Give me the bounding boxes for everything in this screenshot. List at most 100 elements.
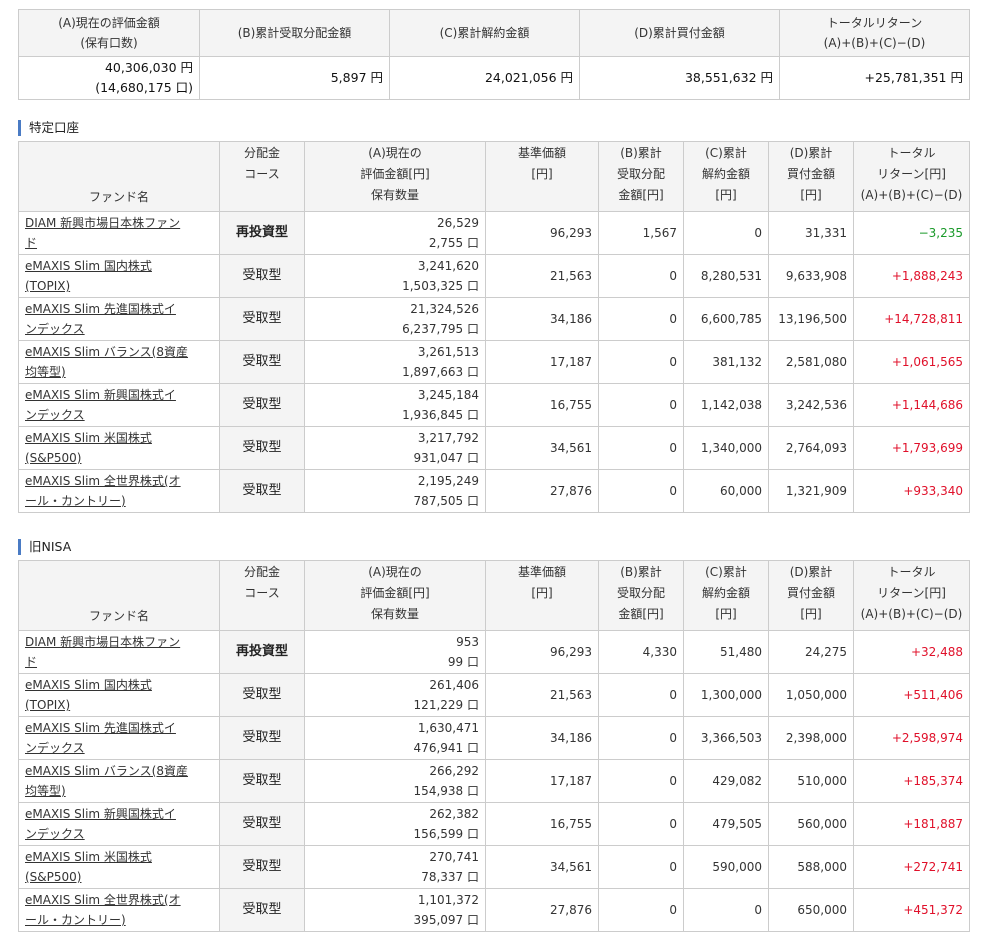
valuation-amount: 1,630,471 [417,721,479,735]
fund-name-link[interactable]: eMAXIS Slim 新興国株式イ ンデックス [25,807,176,841]
holding-units: 78,337 口 [421,870,479,884]
total-return-cell: +272,741 [853,845,970,889]
holding-units: 476,941 口 [413,741,479,755]
valuation-cell: 21,324,526 6,237,795 口 [304,297,486,341]
summary-value-a: 40,306,030 円 (14,680,175 口) [18,56,200,100]
total-return-cell: +511,406 [853,673,970,717]
distribution-total-cell: 0 [598,888,684,932]
column-header-course-line1: 分配金 [243,146,280,160]
table-row: eMAXIS Slim 国内株式 (TOPIX) 受取型 261,406 121,229… [18,673,970,717]
column-header-dist-line3: 金額[円] [618,607,664,621]
cancel-total-cell: 3,366,503 [683,716,769,760]
fund-name-link[interactable]: eMAXIS Slim 全世界株式(オ ール・カントリー) [25,893,181,927]
holding-units: 154,938 口 [413,784,479,798]
column-header-course-line2: コース [244,167,280,181]
fund-name-link[interactable]: eMAXIS Slim 国内株式 (TOPIX) [25,678,152,712]
buy-total-cell: 2,398,000 [768,716,854,760]
fund-name-link[interactable]: DIAM 新興市場日本株ファンド [25,635,180,669]
column-header-base-price: 基準価額 [円] [485,560,599,631]
fund-name-link[interactable]: eMAXIS Slim 米国株式 (S&P500) [25,850,152,884]
column-header-total: トータル リターン[円] (A)+(B)+(C)−(D) [853,560,970,631]
cancel-total-cell: 0 [683,888,769,932]
table-row: eMAXIS Slim 新興国株式イ ンデックス 受取型 262,382 156,599… [18,802,970,846]
holding-units: 395,097 口 [413,913,479,927]
column-header-value-line1: (A)現在の [368,565,422,579]
fund-name-line1: eMAXIS Slim 国内株式 [25,678,152,692]
fund-name-link[interactable]: eMAXIS Slim 新興国株式イ ンデックス [25,388,176,422]
table-row: eMAXIS Slim 先進国株式イ ンデックス 受取型 21,324,526 6,23… [18,297,970,341]
fund-name-line2: 均等型) [25,365,66,379]
distribution-course-cell: 再投資型 [219,211,305,255]
summary-header-a: (A)現在の評価金額 (保有口数) [18,9,200,57]
total-return-cell: +14,728,811 [853,297,970,341]
valuation-amount: 3,261,513 [417,345,479,359]
summary-table: (A)現在の評価金額 (保有口数) (B)累計受取分配金額 (C)累計解約金額 … [18,9,970,100]
distribution-course-cell: 受取型 [219,673,305,717]
column-header-buy-line1: (D)累計 [789,565,833,579]
column-header-cancel: (C)累計 解約金額 [円] [683,560,769,631]
fund-name-cell: eMAXIS Slim 先進国株式イ ンデックス [18,297,220,341]
distribution-course-cell: 受取型 [219,426,305,470]
column-header-dist-line2: 受取分配 [616,586,665,600]
column-header-base-price-line2: [円] [531,586,553,600]
fund-name-line2: (TOPIX) [25,698,71,712]
valuation-amount: 266,292 [429,764,479,778]
fund-name-link[interactable]: DIAM 新興市場日本株ファンド [25,216,180,250]
valuation-amount: 270,741 [429,850,479,864]
valuation-cell: 2,195,249 787,505 口 [304,469,486,513]
column-header-value-line2: 評価金額[円] [360,586,430,600]
summary-value-row: 40,306,030 円 (14,680,175 口) 5,897 円 24,0… [18,56,970,100]
summary-header-row: (A)現在の評価金額 (保有口数) (B)累計受取分配金額 (C)累計解約金額 … [18,9,970,57]
total-return-cell: +451,372 [853,888,970,932]
column-header-cancel-line3: [円] [715,188,737,202]
holding-units: 2,755 口 [428,236,479,250]
distribution-total-cell: 0 [598,426,684,470]
holding-units: 787,505 口 [413,494,479,508]
fund-name-line2: ール・カントリー) [25,913,126,927]
fund-name-link[interactable]: eMAXIS Slim 米国株式 (S&P500) [25,431,152,465]
buy-total-cell: 2,764,093 [768,426,854,470]
column-header-dist-line1: (B)累計 [620,565,662,579]
fund-name-link[interactable]: eMAXIS Slim 先進国株式イ ンデックス [25,302,176,336]
cancel-total-cell: 429,082 [683,759,769,803]
table-row: eMAXIS Slim 全世界株式(オ ール・カントリー) 受取型 1,101,372… [18,888,970,932]
total-return-cell: +1,793,699 [853,426,970,470]
buy-total-cell: 588,000 [768,845,854,889]
fund-name-line2: ンデックス [25,322,85,336]
base-price-cell: 96,293 [485,630,599,674]
buy-total-cell: 24,275 [768,630,854,674]
fund-name-line2: ンデックス [25,741,85,755]
fund-name-link[interactable]: eMAXIS Slim 全世界株式(オ ール・カントリー) [25,474,181,508]
fund-name-link[interactable]: eMAXIS Slim バランス(8資産 均等型) [25,345,188,379]
valuation-amount: 3,245,184 [417,388,479,402]
fund-name-link[interactable]: eMAXIS Slim バランス(8資産 均等型) [25,764,188,798]
distribution-course-cell: 受取型 [219,340,305,384]
fund-name-link[interactable]: eMAXIS Slim 国内株式 (TOPIX) [25,259,152,293]
fund-name-line1: eMAXIS Slim 米国株式 [25,850,152,864]
distribution-total-cell: 0 [598,845,684,889]
fund-name-line1: eMAXIS Slim 新興国株式イ [25,388,176,402]
summary-header-total-line2: (A)+(B)+(C)−(D) [823,36,926,50]
fund-name-link[interactable]: eMAXIS Slim 先進国株式イ ンデックス [25,721,176,755]
cancel-total-cell: 381,132 [683,340,769,384]
base-price-cell: 96,293 [485,211,599,255]
column-header-dist-line3: 金額[円] [618,188,664,202]
column-header-dist: (B)累計受取分配金額[円] [598,560,684,631]
column-header-buy-line3: [円] [800,607,822,621]
holding-units: 6,237,795 口 [402,322,479,336]
summary-value-b: 5,897 円 [199,56,390,100]
holdings-header-row: ファンド名 分配金 コース (A)現在の 評価金額[円] 保有数量 基準価額 [円] (B)累計… [18,560,970,631]
column-header-value-line3: 保有数量 [370,188,419,202]
column-header-value: (A)現在の 評価金額[円] 保有数量 [304,560,486,631]
valuation-cell: 3,245,184 1,936,845 口 [304,383,486,427]
holdings-header-row: ファンド名 分配金 コース (A)現在の 評価金額[円] 保有数量 基準価額 [円] (B)累計… [18,141,970,212]
buy-total-cell: 9,633,908 [768,254,854,298]
valuation-cell: 3,217,792 931,047 口 [304,426,486,470]
fund-name-line2: ンデックス [25,408,85,422]
summary-header-a-line1: (A)現在の評価金額 [58,16,160,30]
column-header-dist: (B)累計 受取分配 金額[円] [598,141,684,212]
table-row: eMAXIS Slim 米国株式 (S&P500) 受取型 270,741 78,337… [18,845,970,889]
distribution-total-cell: 4,330 [598,630,684,674]
table-row: DIAM 新興市場日本株ファンド 再投資型 26,529 2,755 口 96,293 1… [18,211,970,255]
cancel-total-cell: 51,480 [683,630,769,674]
